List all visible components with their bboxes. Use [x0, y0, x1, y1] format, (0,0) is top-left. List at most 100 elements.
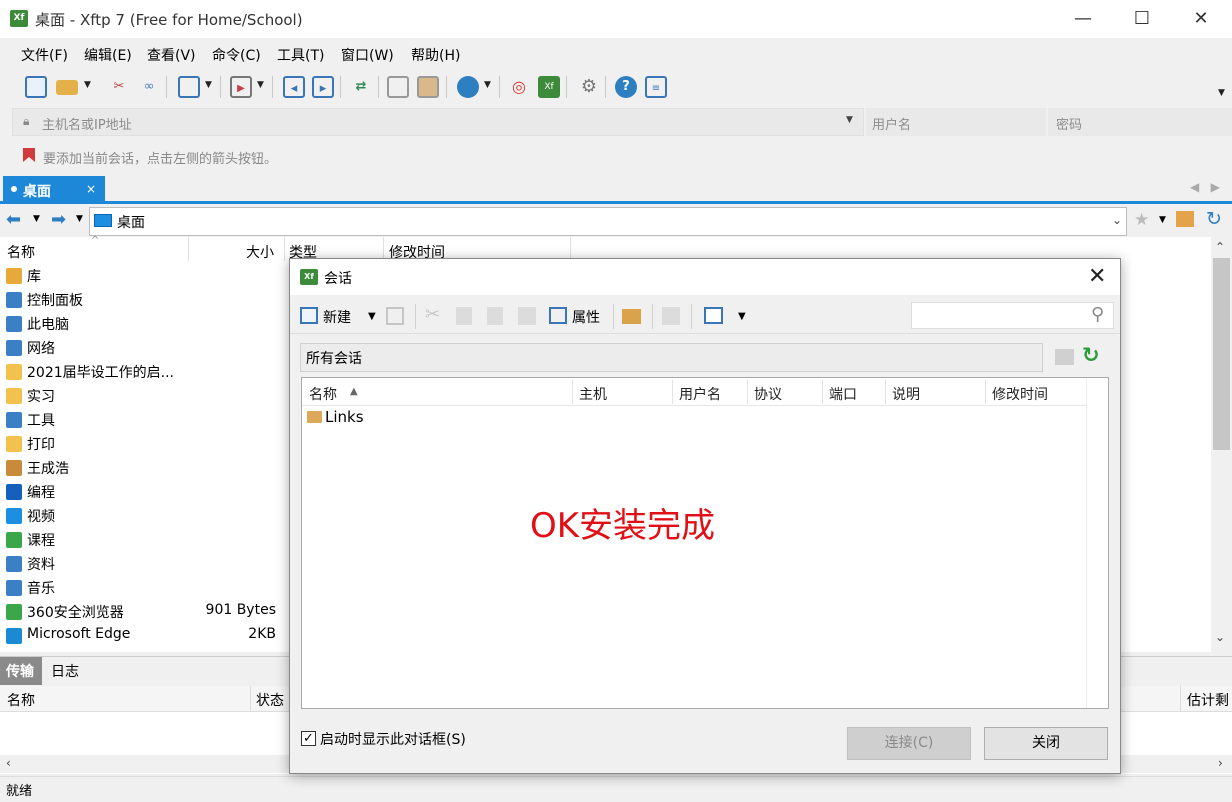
file-row[interactable]: 实习 [0, 384, 290, 408]
forward-arrow-icon[interactable]: ➡ [51, 209, 66, 230]
menu-file[interactable]: 文件(F) [21, 45, 68, 65]
new-button[interactable]: 新建 [323, 307, 351, 327]
session-column-name[interactable]: 名称 [309, 384, 337, 404]
favorites-dropdown-icon[interactable]: ▼ [1159, 215, 1166, 225]
paste-icon[interactable] [487, 307, 503, 325]
file-row[interactable]: 此电脑 [0, 312, 290, 336]
column-name[interactable]: 名称 [7, 242, 35, 262]
copy-icon[interactable] [456, 307, 472, 325]
file-row[interactable]: 王成浩 [0, 456, 290, 480]
tab-scroll-arrows[interactable]: ◀ ▶ [1190, 180, 1220, 194]
back-dropdown-icon[interactable]: ▼ [33, 214, 40, 224]
home-folder-icon[interactable] [1176, 211, 1194, 227]
upload-icon[interactable]: ◂ [283, 76, 305, 98]
refresh-icon[interactable]: ↻ [1206, 208, 1222, 230]
new-session-icon[interactable] [25, 76, 47, 98]
folder-up-icon[interactable] [1055, 349, 1074, 365]
paste-icon[interactable] [417, 76, 439, 98]
session-column-port[interactable]: 端口 [829, 384, 857, 404]
download-icon[interactable]: ▸ [312, 76, 334, 98]
new-folder-icon[interactable] [622, 309, 641, 324]
session-search-input[interactable] [911, 302, 1114, 329]
delete-icon[interactable] [518, 307, 536, 325]
dialog-close-icon[interactable]: ✕ [1088, 264, 1106, 289]
encoding-dropdown-icon[interactable]: ▼ [484, 80, 491, 90]
file-row[interactable]: 编程 [0, 480, 290, 504]
file-row[interactable]: 资料 [0, 552, 290, 576]
file-row[interactable]: Microsoft Edge 2KB [0, 624, 290, 648]
file-row[interactable]: 工具 [0, 408, 290, 432]
file-row[interactable]: 控制面板 [0, 288, 290, 312]
transfer-column-name[interactable]: 名称 [7, 690, 35, 710]
menu-window[interactable]: 窗口(W) [341, 45, 394, 65]
host-input[interactable] [12, 108, 864, 136]
star-icon[interactable]: ★ [1134, 210, 1149, 230]
scroll-thumb[interactable] [1213, 258, 1230, 450]
new-session-icon[interactable] [300, 307, 318, 324]
file-row[interactable]: 音乐 [0, 576, 290, 600]
gear-icon[interactable]: ⚙ [578, 76, 600, 98]
startup-checkbox-label[interactable]: 启动时显示此对话框(S) [320, 729, 466, 749]
path-dropdown-icon[interactable]: ⌄ [1112, 213, 1122, 227]
forward-dropdown-icon[interactable]: ▼ [76, 214, 83, 224]
session-column-host[interactable]: 主机 [579, 384, 607, 404]
session-folder-links[interactable]: Links [325, 408, 364, 426]
scroll-up-icon[interactable]: ⌃ [1215, 240, 1225, 254]
tab-close-icon[interactable]: × [86, 182, 96, 196]
toolbar-overflow-icon[interactable]: ▼ [1218, 88, 1225, 98]
file-row[interactable]: 库 [0, 264, 290, 288]
search-icon[interactable]: ⚲ [1091, 304, 1104, 325]
file-row[interactable]: 2021届毕设工作的启... [0, 360, 290, 384]
view-dropdown-icon[interactable]: ▼ [738, 311, 746, 322]
terminal-icon[interactable]: ▶ [230, 76, 252, 98]
scroll-down-icon[interactable]: ⌄ [1215, 630, 1225, 644]
connect-button[interactable]: 连接(C) [847, 727, 971, 760]
menu-command[interactable]: 命令(C) [212, 45, 261, 65]
new-dropdown-icon[interactable]: ▼ [368, 311, 376, 322]
file-row[interactable]: 360安全浏览器 901 Bytes [0, 600, 290, 624]
find-icon[interactable] [386, 307, 404, 325]
copy-icon[interactable] [387, 76, 409, 98]
path-input[interactable] [89, 207, 1127, 236]
xftp-icon[interactable]: Xf [538, 76, 560, 98]
transfer-column-status[interactable]: 状态 [256, 690, 284, 710]
transfer-column-eta[interactable]: 估计剩 [1187, 690, 1229, 710]
close-button[interactable]: 关闭 [984, 727, 1108, 760]
session-column-protocol[interactable]: 协议 [754, 384, 782, 404]
open-dropdown-icon[interactable]: ▼ [84, 80, 91, 90]
scroll-left-icon[interactable]: ‹ [6, 756, 11, 770]
help-icon[interactable]: ? [615, 76, 637, 98]
up-folder-icon[interactable] [662, 307, 680, 325]
transfer-icon[interactable]: ⇄ [350, 76, 372, 98]
chat-icon[interactable]: ≡ [645, 76, 667, 98]
menu-edit[interactable]: 编辑(E) [84, 45, 132, 65]
file-row[interactable]: 视频 [0, 504, 290, 528]
session-column-user[interactable]: 用户名 [679, 384, 721, 404]
open-folder-icon[interactable] [56, 80, 78, 95]
column-size[interactable]: 大小 [246, 242, 274, 262]
properties-icon[interactable] [549, 307, 567, 324]
xshell-icon[interactable]: ◎ [508, 76, 530, 98]
maximize-button[interactable]: ☐ [1113, 0, 1171, 38]
disconnect-icon[interactable]: ✂ [108, 76, 130, 98]
reconnect-icon[interactable]: ∞ [138, 76, 160, 98]
refresh-icon[interactable]: ↻ [1082, 343, 1100, 367]
menu-help[interactable]: 帮助(H) [411, 45, 460, 65]
minimize-button[interactable]: — [1054, 0, 1112, 38]
globe-icon[interactable] [457, 76, 479, 98]
tab-log[interactable]: 日志 [51, 661, 79, 681]
session-settings-icon[interactable] [178, 76, 200, 98]
back-arrow-icon[interactable]: ⬅ [6, 209, 21, 230]
menu-view[interactable]: 查看(V) [147, 45, 196, 65]
host-dropdown-icon[interactable]: ▼ [846, 115, 853, 125]
scroll-right-icon[interactable]: › [1218, 756, 1223, 770]
properties-button[interactable]: 属性 [572, 307, 600, 327]
file-row[interactable]: 网络 [0, 336, 290, 360]
file-row[interactable]: 课程 [0, 528, 290, 552]
view-mode-icon[interactable] [704, 307, 723, 324]
settings-dropdown-icon[interactable]: ▼ [205, 80, 212, 90]
menu-tools[interactable]: 工具(T) [277, 45, 324, 65]
bookmark-arrow-icon[interactable] [22, 147, 36, 163]
file-row[interactable]: 打印 [0, 432, 290, 456]
window-close-button[interactable]: ✕ [1172, 0, 1230, 38]
